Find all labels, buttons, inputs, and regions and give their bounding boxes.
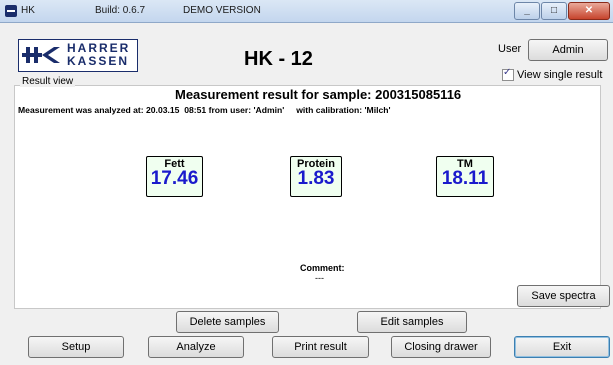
- save-spectra-button[interactable]: Save spectra: [517, 285, 610, 307]
- result-view-panel: [14, 85, 601, 309]
- window-controls: _ □ ✕: [513, 2, 610, 20]
- window-titlebar[interactable]: HK Build: 0.6.7 DEMO VERSION _ □ ✕: [0, 0, 613, 23]
- measurement-title: Measurement result for sample: 200315085…: [175, 87, 462, 102]
- close-icon: ✕: [584, 5, 594, 16]
- window-title: HK: [21, 5, 35, 16]
- closing-drawer-button[interactable]: Closing drawer: [391, 336, 491, 358]
- minimize-button[interactable]: _: [514, 2, 540, 20]
- print-result-button[interactable]: Print result: [272, 336, 369, 358]
- app-icon: [5, 5, 17, 17]
- result-tm: TM 18.11: [436, 156, 494, 197]
- maximize-icon: □: [550, 5, 558, 16]
- checkbox-checked-icon: [502, 67, 514, 81]
- result-value: 1.83: [297, 168, 335, 189]
- device-title: HK - 12: [244, 48, 313, 70]
- main-window: HARRER KASSEN HK - 12 User Admin View si…: [0, 23, 613, 365]
- setup-button[interactable]: Setup: [28, 336, 124, 358]
- build-label: Build: 0.6.7: [95, 5, 146, 16]
- harrer-kassen-logo: HARRER KASSEN: [18, 39, 138, 72]
- comment-label: Comment:: [300, 263, 345, 273]
- result-view-label: Result view: [20, 76, 76, 87]
- view-single-result-checkbox[interactable]: View single result: [502, 67, 603, 81]
- result-value: 18.11: [441, 168, 489, 189]
- user-button[interactable]: Admin: [528, 39, 608, 61]
- comment-value: ---: [315, 273, 324, 283]
- exit-button[interactable]: Exit: [514, 336, 610, 358]
- close-button[interactable]: ✕: [568, 2, 610, 20]
- delete-samples-button[interactable]: Delete samples: [176, 311, 279, 333]
- minimize-icon: _: [524, 5, 530, 16]
- logo-word-kassen: KASSEN: [67, 54, 130, 68]
- analyze-button[interactable]: Analyze: [148, 336, 244, 358]
- maximize-button[interactable]: □: [541, 2, 567, 20]
- result-fett: Fett 17.46: [146, 156, 203, 197]
- hk-logo-mark-icon: [22, 46, 62, 64]
- demo-version-label: DEMO VERSION: [183, 5, 261, 16]
- edit-samples-button[interactable]: Edit samples: [357, 311, 467, 333]
- user-label: User: [498, 43, 522, 55]
- result-value: 17.46: [150, 168, 199, 189]
- result-protein: Protein 1.83: [290, 156, 342, 197]
- measurement-info: Measurement was analyzed at: 20.03.15 08…: [18, 105, 391, 115]
- view-single-result-label: View single result: [517, 69, 603, 81]
